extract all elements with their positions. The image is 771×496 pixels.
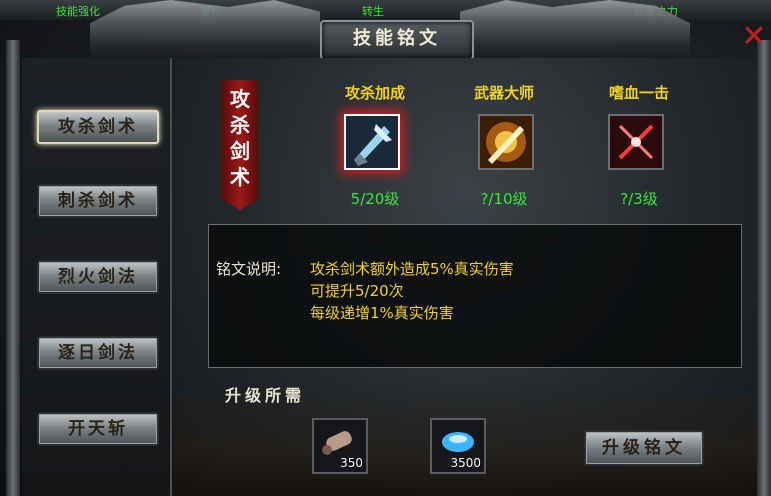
rune-level-weapon-master: ?/10级 xyxy=(480,190,528,208)
required-item-slot[interactable]: 350 xyxy=(312,418,368,474)
rune-level-attack-bonus: 5/20级 xyxy=(350,190,400,208)
item-count: 3500 xyxy=(450,456,481,470)
left-dragon-ornament xyxy=(90,0,320,58)
left-frame-border xyxy=(6,40,20,496)
rune-name-attack-bonus: 攻杀加成 xyxy=(344,84,405,102)
flame-sword-icon[interactable] xyxy=(478,114,534,170)
top-link-rebirth[interactable]: 转生 xyxy=(362,3,384,19)
rune-name-bloodthirst-strike: 嗜血一击 xyxy=(608,84,669,102)
rune-name-weapon-master: 武器大师 xyxy=(473,84,534,102)
ice-sword-icon[interactable] xyxy=(344,114,400,170)
skill-button-zhuri[interactable]: 逐日剑法 xyxy=(37,336,159,370)
item-count: 350 xyxy=(340,456,363,470)
window-title: 技能铭文 xyxy=(320,20,474,60)
description-line: 可提升5/20次 xyxy=(310,282,404,300)
inscription-description-box xyxy=(208,224,742,368)
skill-button-kaitian[interactable]: 开天斩 xyxy=(37,412,159,446)
upgrade-requirements-label: 升级所需 xyxy=(225,386,306,405)
description-line: 每级递增1%真实伤害 xyxy=(310,304,454,322)
skill-button-liehuo[interactable]: 烈火剑法 xyxy=(37,260,159,294)
right-frame-border xyxy=(757,40,771,496)
skill-button-gongsha[interactable]: 攻杀剑术 xyxy=(37,110,159,144)
description-label: 铭文说明: xyxy=(216,260,282,278)
right-dragon-ornament xyxy=(460,0,690,58)
skill-button-cisha[interactable]: 刺杀剑术 xyxy=(37,184,159,218)
upgrade-inscription-button[interactable]: 升级铭文 xyxy=(584,430,704,466)
close-icon[interactable]: ✕ xyxy=(738,22,770,54)
rune-level-bloodthirst-strike: ?/3级 xyxy=(620,190,658,208)
skill-list-panel: 攻杀剑术 刺杀剑术 烈火剑法 逐日剑法 开天斩 xyxy=(22,58,172,496)
description-line: 攻杀剑术额外造成5%真实伤害 xyxy=(310,260,514,278)
blood-slash-icon[interactable] xyxy=(608,114,664,170)
selected-skill-banner-text: 攻杀剑术 xyxy=(230,87,250,189)
skill-inscription-window: 技能强化 官位 转生 狂暴之力 技能铭文 ✕ 攻杀剑术 刺杀剑术 烈火剑法 逐日… xyxy=(0,0,771,496)
required-item-slot[interactable]: 3500 xyxy=(430,418,486,474)
top-link-skill-enhance[interactable]: 技能强化 xyxy=(56,3,100,19)
